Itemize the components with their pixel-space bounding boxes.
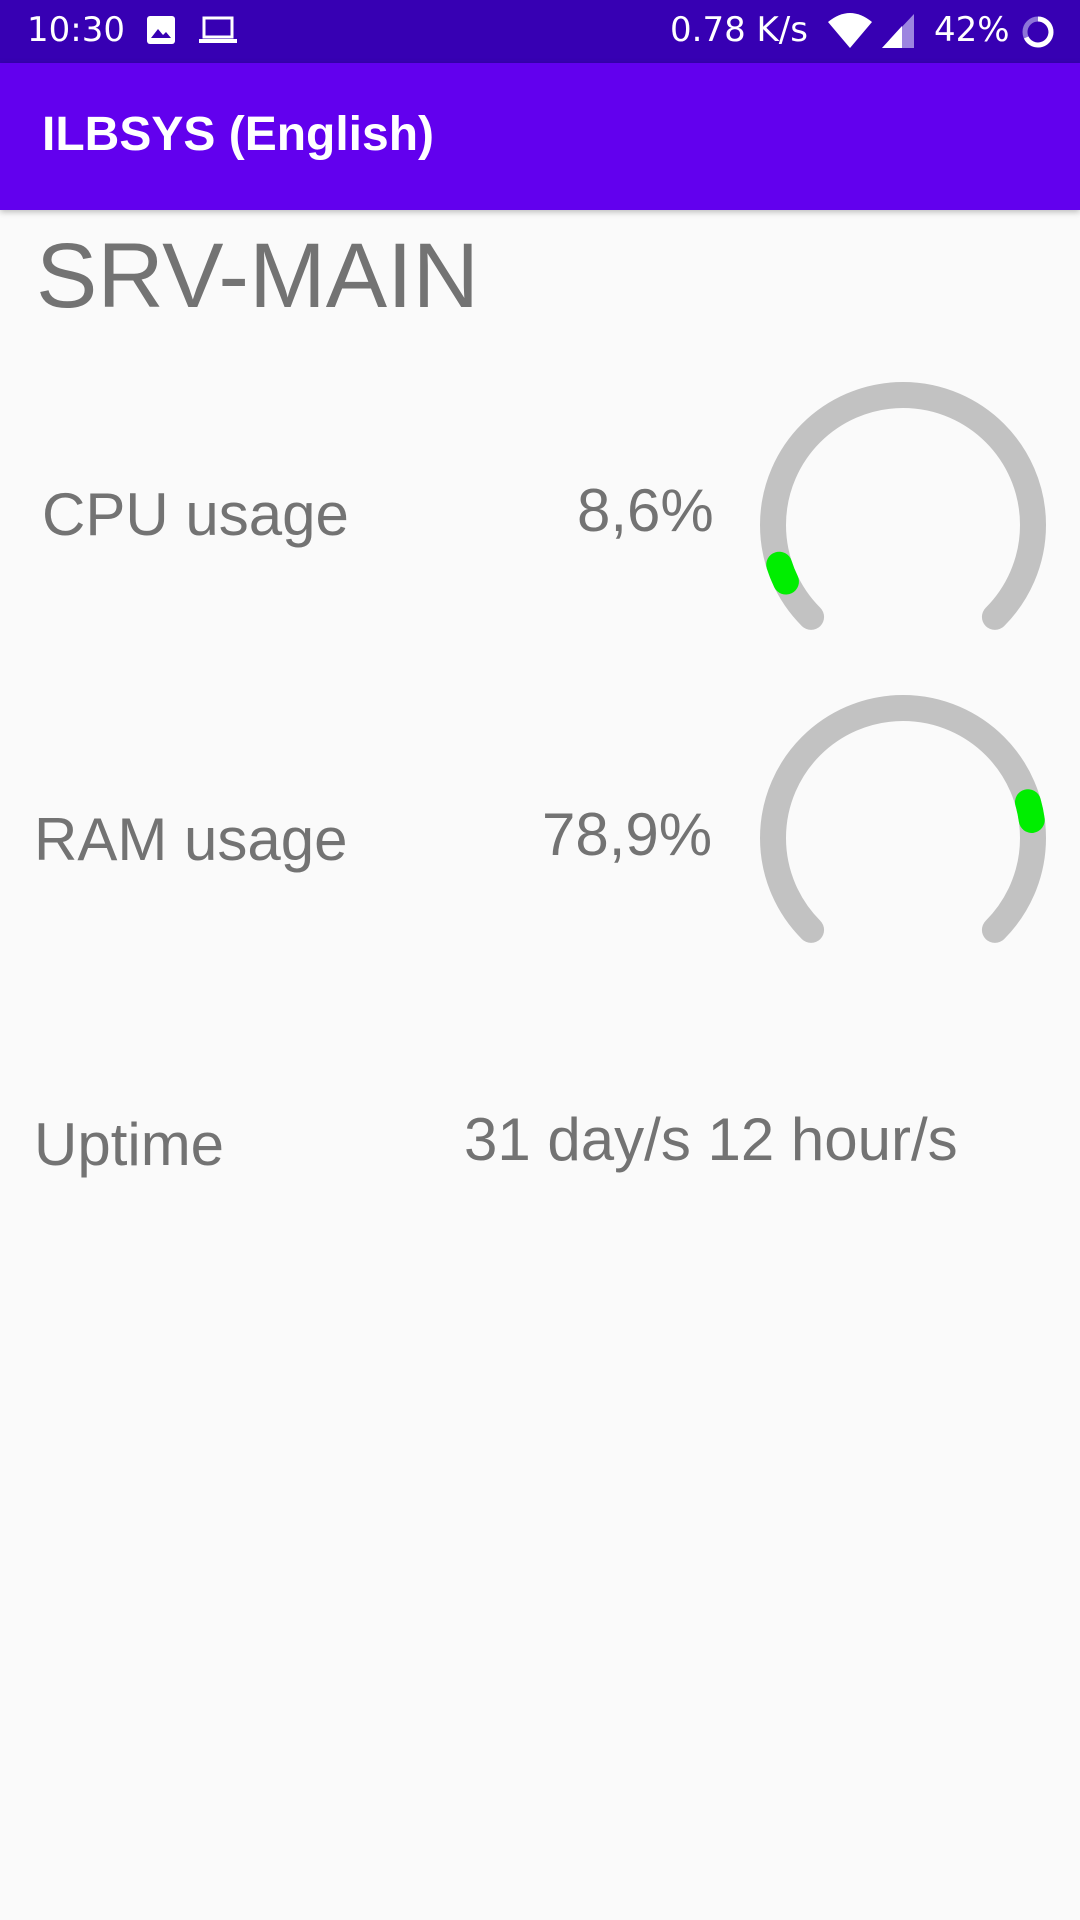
app-bar: ILBSYS (English)	[0, 63, 1080, 210]
cpu-usage-gauge	[760, 382, 1046, 630]
status-bar: 10:30 0.78 K/s 42%	[0, 0, 1080, 63]
image-icon	[145, 14, 177, 55]
ram-usage-gauge	[760, 695, 1046, 943]
battery-icon	[1020, 14, 1056, 59]
signal-icon	[880, 12, 916, 59]
app-title: ILBSYS (English)	[42, 108, 435, 161]
gauge-indicator	[1014, 789, 1045, 833]
gauge-track	[760, 695, 1046, 943]
cpu-usage-value: 8,6%	[577, 477, 714, 544]
gauge-track	[760, 382, 1046, 630]
status-time: 10:30	[27, 10, 125, 50]
laptop-icon	[198, 14, 238, 55]
ram-usage-value: 78,9%	[542, 801, 713, 868]
server-name: SRV-MAIN	[36, 225, 480, 327]
network-speed: 0.78 K/s	[670, 10, 808, 50]
ram-usage-label: RAM usage	[34, 806, 348, 873]
battery-percent: 42%	[934, 10, 1010, 50]
uptime-value: 31 day/s 12 hour/s	[464, 1106, 958, 1173]
gauge-indicator	[766, 551, 799, 595]
uptime-label: Uptime	[34, 1111, 225, 1178]
cpu-usage-label: CPU usage	[42, 481, 349, 548]
wifi-icon	[826, 12, 874, 59]
